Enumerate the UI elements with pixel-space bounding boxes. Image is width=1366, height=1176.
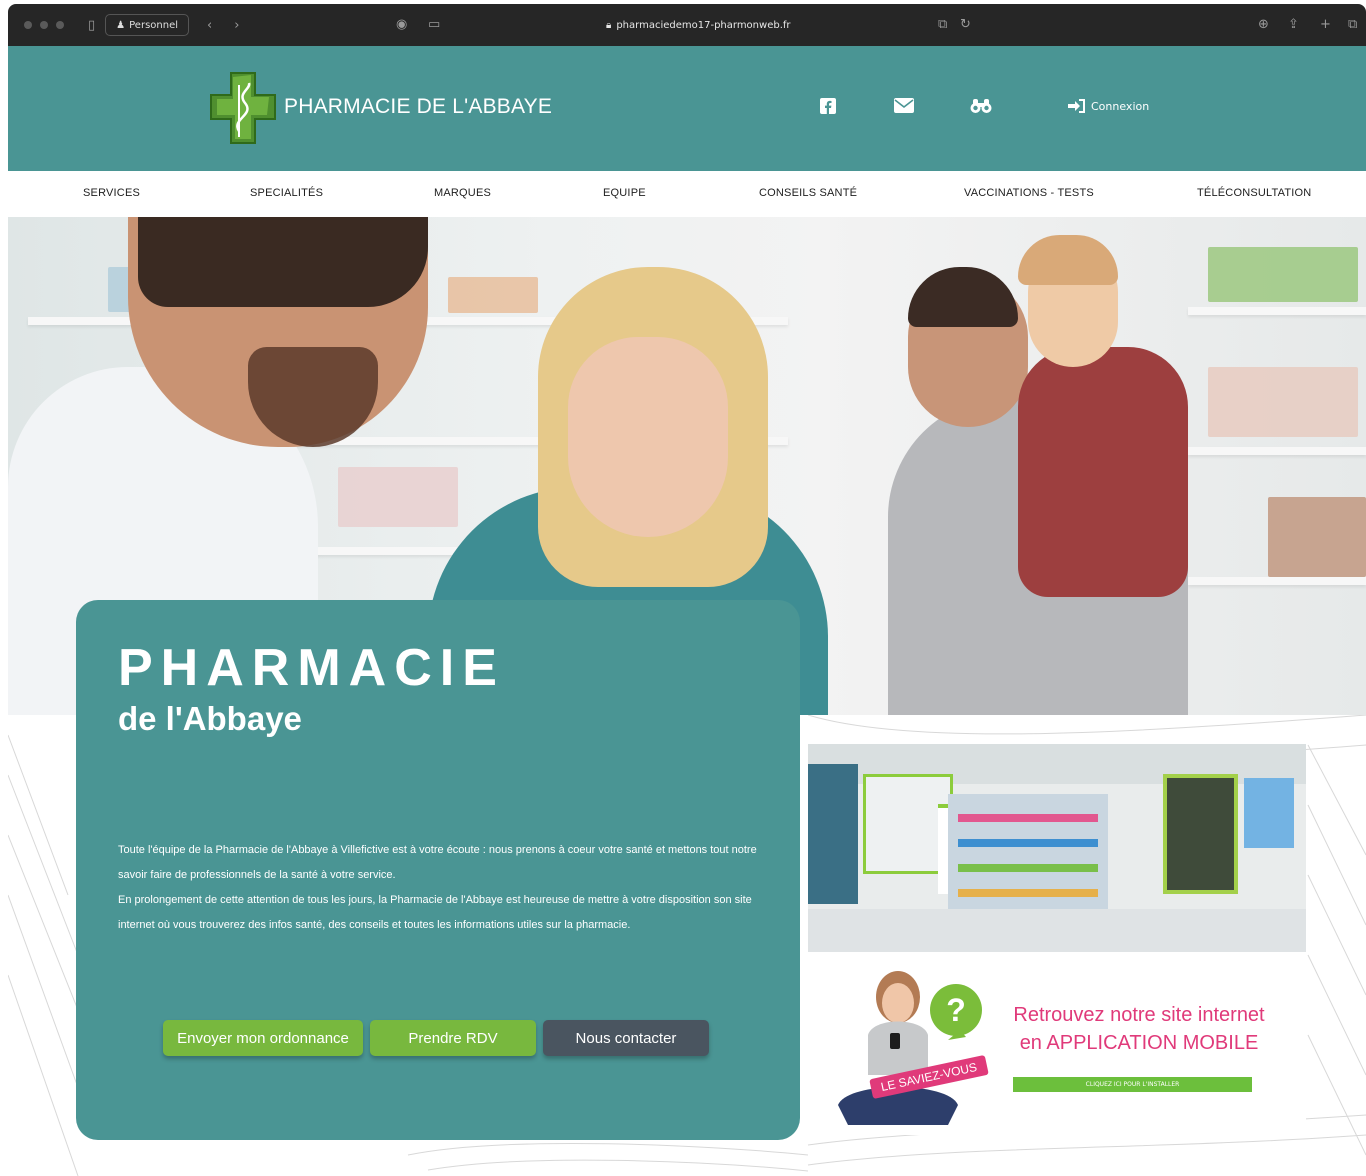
site-header: PHARMACIE DE L'ABBAYE Connexion <box>8 46 1366 171</box>
back-icon[interactable]: ‹ <box>207 18 212 33</box>
login-link[interactable]: Connexion <box>1068 99 1149 113</box>
profile-label: Personnel <box>129 19 178 31</box>
facebook-icon[interactable] <box>820 98 836 118</box>
nav-item-conseils-sante[interactable]: CONSEILS SANTÉ <box>759 187 857 199</box>
tabs-overview-icon[interactable]: ⧉ <box>1348 17 1357 32</box>
nav-item-teleconsultation[interactable]: TÉLÉCONSULTATION <box>1197 187 1311 199</box>
promo-title-line-2: en APPLICATION MOBILE <box>1019 1032 1259 1054</box>
mobile-app-promo[interactable]: ? LE SAVIEZ-VOUS Retrouvez notre site in… <box>808 955 1306 1135</box>
sidebar-toggle-icon[interactable]: ▯ <box>88 18 95 33</box>
url-text: pharmaciedemo17-pharmonweb.fr <box>616 19 791 31</box>
main-nav: SERVICES SPECIALITÉS MARQUES EQUIPE CONS… <box>8 171 1366 217</box>
card-paragraph-2: En prolongement de cette attention de to… <box>118 894 752 931</box>
share-icon[interactable]: ⇪ <box>1288 17 1299 32</box>
nav-item-specialites[interactable]: SPECIALITÉS <box>250 187 323 199</box>
address-bar[interactable]: 🔒︎ pharmaciedemo17-pharmonweb.fr <box>606 4 791 46</box>
svg-text:?: ? <box>946 992 966 1028</box>
pharmacy-cross-logo[interactable] <box>209 69 277 147</box>
card-subtitle: de l'Abbaye <box>118 700 302 737</box>
card-title: PHARMACIE <box>118 639 505 697</box>
window-controls[interactable] <box>24 21 64 29</box>
contact-button[interactable]: Nous contacter <box>543 1020 709 1056</box>
reload-icon[interactable]: ↻ <box>960 17 971 32</box>
book-appointment-button[interactable]: Prendre RDV <box>370 1020 536 1056</box>
sign-in-icon <box>1068 99 1085 113</box>
binoculars-icon[interactable] <box>970 98 992 118</box>
new-tab-icon[interactable]: + <box>1320 17 1331 32</box>
nav-item-equipe[interactable]: EQUIPE <box>603 187 646 199</box>
install-app-button[interactable]: CLIQUEZ ICI POUR L'INSTALLER <box>1013 1077 1252 1092</box>
lock-icon: 🔒︎ <box>606 19 612 31</box>
profile-button[interactable]: ♟ Personnel <box>105 14 189 36</box>
page-icon[interactable]: ▭ <box>428 17 440 32</box>
mail-icon[interactable] <box>894 98 914 117</box>
translate-icon[interactable]: ⧉ <box>938 17 947 32</box>
promo-title-line-1: Retrouvez notre site internet <box>1013 1004 1265 1026</box>
login-label: Connexion <box>1091 99 1150 113</box>
send-prescription-button[interactable]: Envoyer mon ordonnance <box>163 1020 363 1056</box>
intro-card: PHARMACIE de l'Abbaye Toute l'équipe de … <box>76 600 800 1140</box>
promo-title: Retrouvez notre site internet en APPLICA… <box>998 1001 1280 1057</box>
woman-with-phone-illustration: ? <box>838 971 982 1125</box>
brand-name[interactable]: PHARMACIE DE L'ABBAYE <box>284 95 552 119</box>
store-interior-photo[interactable] <box>808 744 1306 952</box>
privacy-icon[interactable]: ◉ <box>396 17 407 32</box>
nav-item-services[interactable]: SERVICES <box>83 187 140 199</box>
nav-item-vaccinations-tests[interactable]: VACCINATIONS - TESTS <box>964 187 1094 199</box>
forward-icon[interactable]: › <box>234 18 239 33</box>
nav-item-marques[interactable]: MARQUES <box>434 187 491 199</box>
card-description: Toute l'équipe de la Pharmacie de l'Abba… <box>118 838 758 938</box>
person-icon: ♟ <box>116 19 126 31</box>
browser-toolbar: ▯ ♟ Personnel ‹ › ◉ ▭ 🔒︎ pharmaciedemo17… <box>8 4 1366 46</box>
download-icon[interactable]: ⊕ <box>1258 17 1269 32</box>
card-paragraph-1: Toute l'équipe de la Pharmacie de l'Abba… <box>118 844 757 881</box>
